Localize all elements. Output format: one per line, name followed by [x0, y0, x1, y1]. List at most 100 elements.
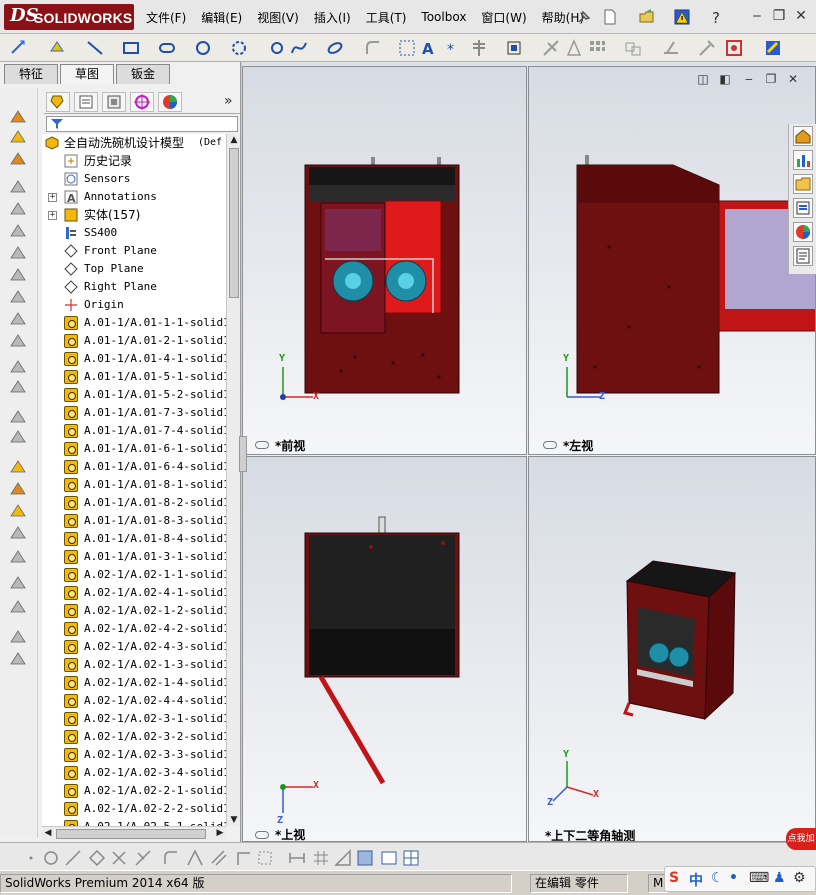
instant-2d-icon[interactable] [725, 39, 743, 57]
keyboard-icon[interactable]: ⌨ [749, 870, 769, 886]
tree-body-item[interactable]: A.01-1/A.01-8-3-solid1 [42, 512, 226, 530]
mass-properties-icon[interactable] [8, 502, 28, 520]
tree-body-item[interactable]: A.02-1/A.02-1-1-solid1 [42, 566, 226, 584]
quick-snaps-icon[interactable] [698, 39, 716, 57]
menu-insert[interactable]: 插入(I) [314, 9, 351, 26]
flatten-icon[interactable] [8, 598, 28, 616]
tree-root[interactable]: 全自动洗碗机设计模型 (Def [42, 134, 226, 152]
spline-icon[interactable] [290, 39, 308, 57]
menu-file[interactable]: 文件(F) [146, 9, 186, 26]
cross-tool-icon[interactable] [110, 849, 128, 867]
fillet-feature-icon[interactable] [8, 244, 28, 262]
help-icon[interactable]: ? [708, 8, 726, 26]
restore-icon[interactable]: ❐ [772, 9, 786, 23]
tree-body-item[interactable]: A.02-1/A.02-3-1-solid1 [42, 710, 226, 728]
extrude-icon[interactable] [8, 108, 28, 126]
tree-node[interactable]: + 实体(157) [42, 206, 226, 224]
tree-body-item[interactable]: A.02-1/A.02-1-4-solid1 [42, 674, 226, 692]
ime-toolbar[interactable]: S 中 ☾ • ⌨ ♟ ⚙ [664, 866, 816, 892]
fold-icon[interactable] [8, 650, 28, 668]
repair-sketch-icon[interactable] [662, 39, 680, 57]
rebuild-warning-icon[interactable] [674, 8, 692, 26]
tree-body-item[interactable]: A.02-1/A.02-3-3-solid1 [42, 746, 226, 764]
tree-body-item[interactable]: A.01-1/A.01-8-1-solid1 [42, 476, 226, 494]
circle-icon[interactable] [194, 39, 212, 57]
corner-tool-icon[interactable] [234, 849, 252, 867]
shaded-view-icon[interactable] [356, 849, 374, 867]
sweep-icon[interactable] [8, 150, 28, 168]
vertical-scroll-thumb[interactable] [229, 148, 239, 298]
tree-body-item[interactable]: A.01-1/A.01-6-4-solid1 [42, 458, 226, 476]
tree-body-item[interactable]: A.02-1/A.02-1-2-solid1 [42, 602, 226, 620]
tree-node[interactable]: + A Annotations [42, 188, 226, 206]
section-properties-icon[interactable] [8, 524, 28, 542]
circle-tool-icon[interactable] [42, 849, 60, 867]
angle-icon[interactable] [334, 849, 352, 867]
dimension-tool-icon[interactable] [48, 39, 66, 57]
promo-badge[interactable]: 点我加 [786, 828, 816, 850]
configuration-manager-tab[interactable] [102, 92, 126, 112]
dimension-bar-icon[interactable] [288, 849, 306, 867]
menu-edit[interactable]: 编辑(E) [201, 9, 242, 26]
punctuation-icon[interactable]: • [729, 870, 738, 886]
expand-panel-icon[interactable]: » [224, 93, 233, 109]
linear-pattern-icon[interactable] [588, 39, 606, 57]
new-document-icon[interactable] [601, 8, 619, 26]
viewport-close-icon[interactable]: ✕ [787, 73, 799, 85]
mirror-icon[interactable] [8, 378, 28, 396]
tree-body-item[interactable]: A.02-1/A.02-3-2-solid1 [42, 728, 226, 746]
menu-view[interactable]: 视图(V) [257, 9, 299, 26]
offset-entities-icon[interactable] [398, 39, 416, 57]
tree-body-item[interactable]: A.01-1/A.01-5-2-solid1 [42, 386, 226, 404]
text-tool-icon[interactable]: A [420, 39, 438, 57]
relations-icon[interactable] [624, 39, 642, 57]
instant3d-icon[interactable] [8, 458, 28, 476]
four-view-icon[interactable] [402, 849, 420, 867]
scroll-left-icon[interactable]: ◀ [42, 827, 54, 839]
tree-node[interactable]: Right Plane [42, 278, 226, 296]
tab-sketch[interactable]: 草图 [60, 64, 115, 84]
scroll-down-icon[interactable]: ▼ [228, 814, 240, 826]
tree-node[interactable]: Origin [42, 296, 226, 314]
viewport-toggle-icon[interactable]: ◫ [697, 73, 709, 85]
sketch-fillet-icon[interactable] [162, 849, 180, 867]
split-tool-icon[interactable] [210, 849, 228, 867]
line-tool-icon[interactable] [64, 849, 82, 867]
construction-tool-icon[interactable] [256, 849, 274, 867]
grid-icon[interactable] [312, 849, 330, 867]
viewport-link-icon[interactable]: ◧ [719, 73, 731, 85]
view-palette-tab[interactable] [793, 198, 813, 218]
solidworks-resources-tab[interactable] [793, 126, 813, 146]
mirror-entities-icon[interactable] [470, 39, 488, 57]
measure-icon[interactable] [8, 480, 28, 498]
pin-icon[interactable] [575, 8, 593, 26]
minimize-icon[interactable]: ‒ [750, 9, 764, 23]
file-explorer-tab[interactable] [793, 174, 813, 194]
tree-body-item[interactable]: A.01-1/A.01-8-4-solid1 [42, 530, 226, 548]
tree-body-item[interactable]: A.01-1/A.01-2-1-solid1 [42, 332, 226, 350]
menu-window[interactable]: 窗口(W) [481, 9, 526, 26]
move-entities-icon[interactable] [565, 39, 583, 57]
tree-body-item[interactable]: A.02-1/A.02-2-2-solid1 [42, 800, 226, 818]
tree-body-item[interactable]: A.01-1/A.01-7-3-solid1 [42, 404, 226, 422]
tab-sheet-metal[interactable]: 钣金 [116, 64, 171, 84]
tree-body-item[interactable]: A.01-1/A.01-6-1-solid1 [42, 440, 226, 458]
tree-body-item[interactable]: A.02-1/A.02-3-4-solid1 [42, 764, 226, 782]
menu-tools[interactable]: 工具(T) [366, 9, 407, 26]
tree-body-item[interactable]: A.02-1/A.02-1-3-solid1 [42, 656, 226, 674]
tree-node[interactable]: 历史记录 [42, 152, 226, 170]
viewport-front[interactable]: Y X *前视 [242, 66, 527, 455]
panel-collapse-handle[interactable] [239, 436, 247, 472]
dimxpert-tab[interactable] [130, 92, 154, 112]
trim-entities-icon[interactable] [542, 39, 560, 57]
horizontal-scroll-thumb[interactable] [56, 829, 206, 839]
tree-horizontal-scrollbar[interactable]: ◀ ▶ [42, 826, 226, 840]
loft-icon[interactable] [8, 178, 28, 196]
polygon-tool-icon[interactable] [88, 849, 106, 867]
revolve-icon[interactable] [8, 128, 28, 146]
tree-body-item[interactable]: A.01-1/A.01-1-1-solid1 [42, 314, 226, 332]
feature-manager-tab[interactable] [46, 92, 70, 112]
slot-icon[interactable] [158, 39, 176, 57]
viewport-restore-icon[interactable]: ❐ [765, 73, 777, 85]
property-manager-tab[interactable] [74, 92, 98, 112]
